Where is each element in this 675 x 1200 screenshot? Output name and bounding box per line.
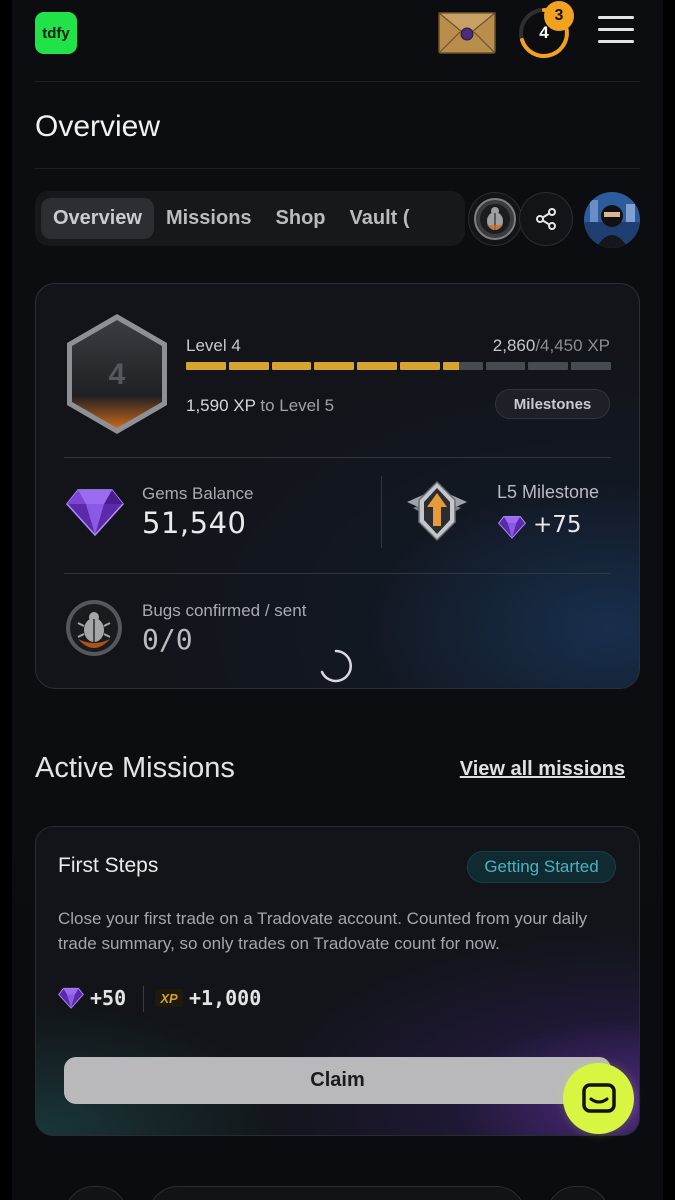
- gems-balance-value: 51,540: [142, 506, 247, 540]
- bugs-value: 0/0: [142, 623, 193, 656]
- bottom-nav-bar[interactable]: [148, 1186, 526, 1200]
- xp-segment: [485, 362, 526, 370]
- xp-to-text: to Level 5: [260, 396, 335, 415]
- gems-balance-label: Gems Balance: [142, 484, 254, 503]
- xp-progress-bar: [186, 362, 611, 370]
- tab-fade: [415, 191, 465, 246]
- xp-reward-value: +1,000: [189, 986, 262, 1010]
- xp-segment: [228, 362, 269, 370]
- card-divider: [64, 573, 611, 574]
- level-hexagon-icon: 4: [67, 314, 167, 434]
- xp-segment: [357, 362, 397, 370]
- xp-segment: [442, 362, 483, 370]
- xp-to-next-level: 1,590 XP to Level 5: [186, 396, 334, 416]
- stats-vertical-divider: [381, 476, 382, 548]
- xp-reward: XP +1,000: [155, 980, 261, 1016]
- mission-category-badge: Getting Started: [467, 851, 616, 883]
- menu-icon[interactable]: [598, 16, 634, 48]
- avatar[interactable]: [584, 192, 640, 248]
- xp-segment: [314, 362, 355, 370]
- tab-overview[interactable]: Overview: [41, 198, 154, 239]
- page-title: Overview: [35, 110, 161, 143]
- tab-vault[interactable]: Vault (: [338, 198, 422, 239]
- hexagon-level-number: 4: [109, 358, 126, 391]
- xp-current: 2,860: [492, 336, 536, 355]
- xp-total: 2,860/4,450 XP: [493, 336, 610, 356]
- xp-segment: [528, 362, 569, 370]
- milestone-label: L5 Milestone: [497, 482, 600, 502]
- bug-icon: [66, 600, 122, 656]
- tab-bar: Overview Missions Shop Vault (: [35, 191, 465, 246]
- title-divider: [35, 168, 640, 169]
- gem-icon: [498, 515, 526, 539]
- gems-reward: +50: [58, 980, 126, 1016]
- loading-spinner-icon: [320, 649, 352, 683]
- milestone-shield-icon: [407, 480, 467, 542]
- gem-icon: [66, 489, 124, 537]
- milestone-gems-value: +75: [533, 512, 582, 538]
- card-divider: [64, 457, 611, 458]
- mission-description: Close your first trade on a Tradovate ac…: [58, 909, 588, 953]
- beetle-icon: [474, 198, 516, 240]
- svg-text:XP: XP: [159, 991, 178, 1006]
- reward-separator: [143, 986, 144, 1012]
- mission-title: First Steps: [58, 854, 159, 877]
- notification-badge: 3: [544, 1, 574, 31]
- active-missions-title: Active Missions: [35, 752, 235, 784]
- header-divider: [35, 81, 640, 82]
- xp-segment: [571, 362, 611, 370]
- level-label: Level 4: [186, 336, 241, 355]
- view-all-missions-link[interactable]: View all missions: [460, 758, 625, 781]
- chat-icon: [581, 1082, 616, 1113]
- bug-report-button[interactable]: [468, 192, 522, 246]
- user-avatar-image: [584, 192, 640, 248]
- xp-segment: [399, 362, 440, 370]
- xp-remaining: 1,590 XP: [186, 396, 256, 415]
- tab-shop[interactable]: Shop: [264, 198, 338, 239]
- bugs-label: Bugs confirmed / sent: [142, 601, 307, 620]
- share-icon: [536, 208, 556, 230]
- xp-segment: [271, 362, 312, 370]
- xp-max: /4,450 XP: [535, 336, 610, 355]
- mail-icon[interactable]: [438, 12, 496, 54]
- tab-missions[interactable]: Missions: [154, 198, 264, 239]
- xp-icon: XP: [155, 989, 183, 1007]
- gems-reward-value: +50: [90, 986, 127, 1010]
- support-chat-button[interactable]: [563, 1063, 634, 1134]
- claim-button[interactable]: Claim: [64, 1057, 611, 1104]
- gem-icon: [58, 987, 84, 1009]
- xp-segment: [186, 362, 226, 370]
- share-button[interactable]: [519, 192, 573, 246]
- milestones-button[interactable]: Milestones: [495, 389, 610, 419]
- tdfy-logo[interactable]: tdfy: [35, 12, 77, 54]
